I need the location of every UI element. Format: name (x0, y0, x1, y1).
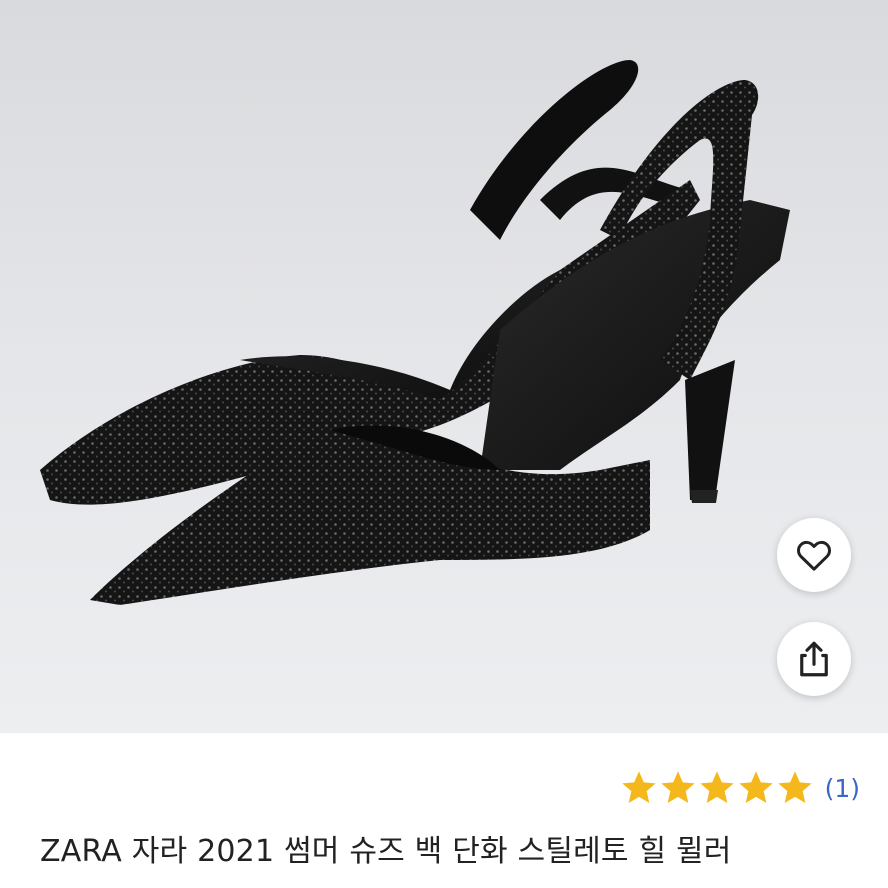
star-icon (699, 771, 734, 803)
star-icon (621, 771, 656, 803)
like-button[interactable] (777, 518, 851, 592)
product-image[interactable] (0, 0, 888, 733)
star-icon (777, 771, 812, 803)
share-button[interactable] (777, 622, 851, 696)
shoe-illustration (40, 60, 790, 605)
share-icon (800, 641, 828, 677)
heart-icon (797, 540, 831, 571)
star-icon (660, 771, 695, 803)
star-icon (738, 771, 773, 803)
rating: (1) (620, 766, 860, 810)
review-count[interactable]: (1) (825, 774, 860, 803)
product-title: ZARA 자라 2021 썸머 슈즈 백 단화 스틸레토 힐 뮐러 (40, 834, 732, 869)
